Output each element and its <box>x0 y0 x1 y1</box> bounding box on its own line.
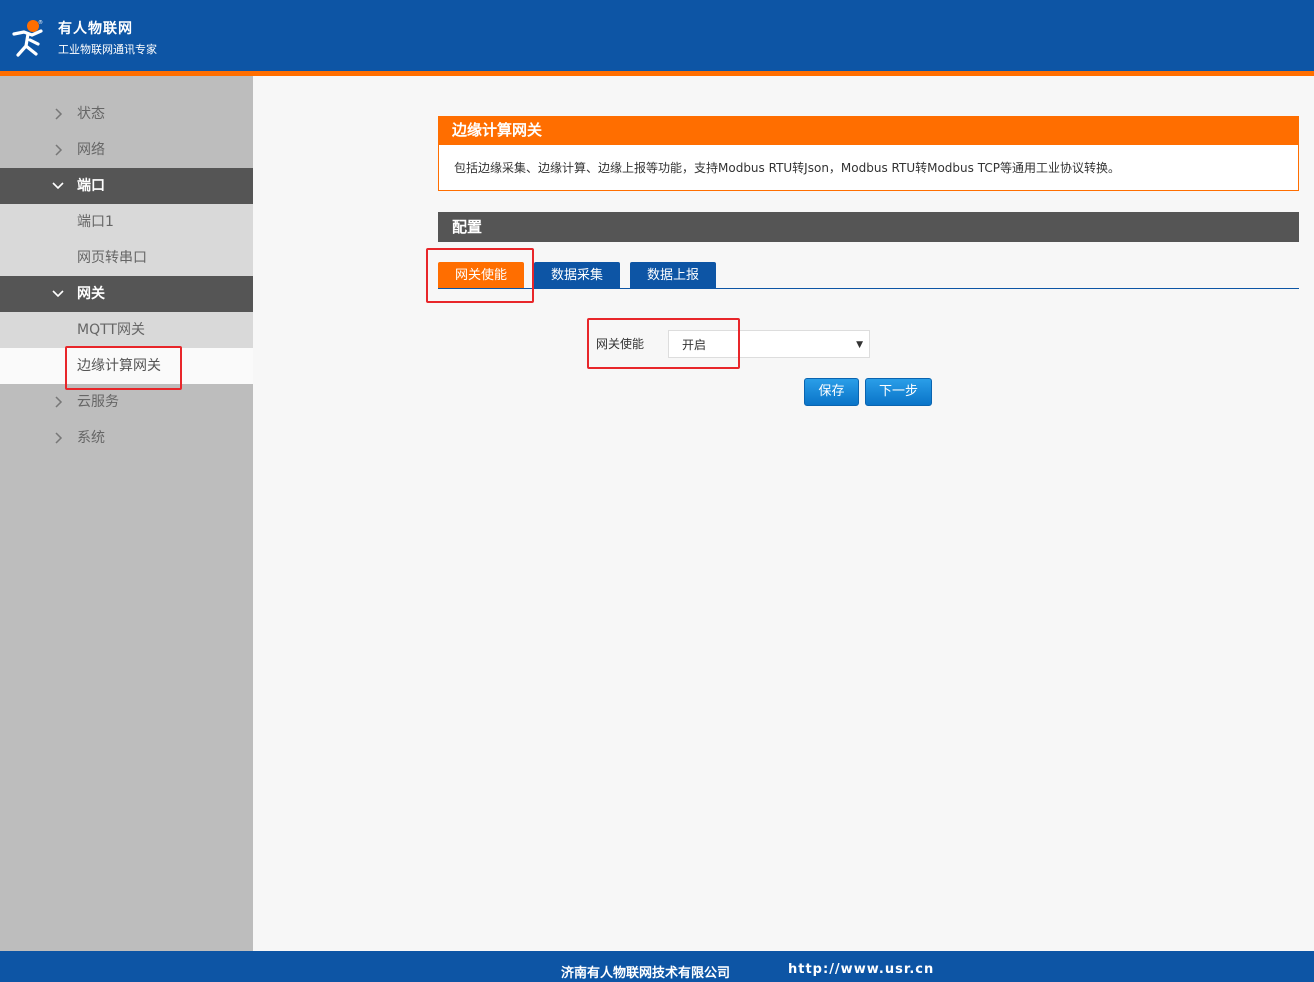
brand-tagline: 工业物联网通讯专家 <box>58 43 157 56</box>
sidebar-item-web-to-serial[interactable]: 网页转串口 <box>0 240 253 276</box>
sidebar-item-label: 端口1 <box>77 214 114 230</box>
svg-text:®: ® <box>38 19 43 26</box>
chevron-down-icon <box>52 290 64 298</box>
chevron-right-icon <box>55 396 63 408</box>
sidebar-item-network[interactable]: 网络 <box>0 132 253 168</box>
sidebar-item-mqtt-gateway[interactable]: MQTT网关 <box>0 312 253 348</box>
chevron-down-icon <box>52 182 64 190</box>
person-logo-icon: ® <box>12 19 43 57</box>
footer-company: 济南有人物联网技术有限公司 <box>561 966 731 981</box>
sidebar-item-system[interactable]: 系统 <box>0 420 253 456</box>
gateway-enable-value: 开启 <box>682 338 707 352</box>
sidebar-item-label: MQTT网关 <box>77 322 145 338</box>
sidebar-item-label: 网关 <box>77 286 105 302</box>
sidebar-item-label: 系统 <box>77 430 105 446</box>
sidebar-item-label: 网络 <box>77 142 105 158</box>
next-step-button[interactable]: 下一步 <box>865 378 932 406</box>
tab-gateway-enable[interactable]: 网关使能 <box>438 262 524 289</box>
tab-data-report[interactable]: 数据上报 <box>630 262 716 289</box>
brand-name: 有人物联网 <box>58 21 133 37</box>
panel-description: 包括边缘采集、边缘计算、边缘上报等功能，支持Modbus RTU转Json，Mo… <box>438 145 1299 191</box>
chevron-right-icon <box>55 432 63 444</box>
save-button[interactable]: 保存 <box>804 378 859 406</box>
footer: 济南有人物联网技术有限公司 http://www.usr.cn <box>0 951 1314 982</box>
chevron-right-icon <box>55 108 63 120</box>
sidebar-item-port[interactable]: 端口 <box>0 168 253 204</box>
sidebar-item-cloud[interactable]: 云服务 <box>0 384 253 420</box>
dropdown-arrow-icon: ▼ <box>856 340 863 350</box>
sidebar-item-status[interactable]: 状态 <box>0 96 253 132</box>
panel-title: 边缘计算网关 <box>438 116 1299 145</box>
gateway-enable-label: 网关使能 <box>596 337 645 351</box>
sidebar-item-port1[interactable]: 端口1 <box>0 204 253 240</box>
chevron-right-icon <box>55 144 63 156</box>
gateway-enable-select[interactable]: 开启 ▼ <box>668 330 870 358</box>
sidebar-item-label: 边缘计算网关 <box>77 358 161 374</box>
sidebar-item-label: 云服务 <box>77 394 119 410</box>
sidebar-item-label: 网页转串口 <box>77 250 147 266</box>
sidebar-item-label: 端口 <box>77 178 105 194</box>
footer-url[interactable]: http://www.usr.cn <box>788 962 934 977</box>
config-title: 配置 <box>438 212 1299 242</box>
tab-underline <box>438 288 1299 289</box>
top-header: ® 有人物联网 工业物联网通讯专家 <box>0 0 1314 71</box>
sidebar-item-label: 状态 <box>77 106 105 122</box>
tab-data-collection[interactable]: 数据采集 <box>534 262 620 289</box>
sidebar-item-gateway[interactable]: 网关 <box>0 276 253 312</box>
sidebar-item-edge-gateway[interactable]: 边缘计算网关 <box>0 348 253 384</box>
sidebar: 状态 网络 端口 端口1 网页转串口 网关 MQTT网关 边缘计算网关 云服务 … <box>0 76 253 951</box>
